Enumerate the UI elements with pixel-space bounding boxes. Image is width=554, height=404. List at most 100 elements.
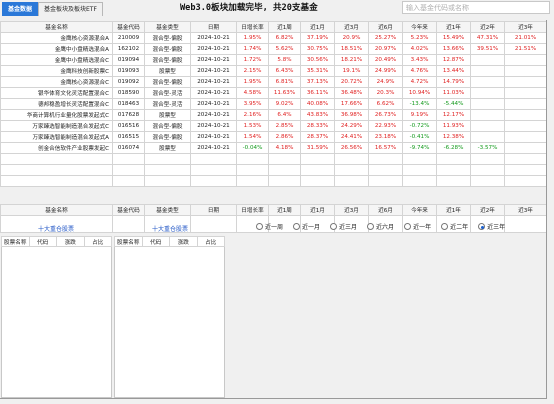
column-header[interactable]: 近3月 [334, 21, 369, 33]
fund-return: -3.57% [470, 142, 505, 154]
fund-type: 混合型-偏股 [144, 76, 191, 88]
empty-cell [112, 153, 145, 165]
column-header[interactable]: 日增长率 [236, 21, 269, 33]
fund-row[interactable]: 德邦稳盈增长灵活配置混合C 018463 混合型-灵活 2024-10-21 3.95%… [0, 98, 547, 110]
fund-row[interactable]: 金鹰核心资源混合A 210009 混合型-偏股 2024-10-21 1.95% 6.82… [0, 32, 547, 44]
radio-button-icon[interactable] [478, 223, 486, 230]
column-header[interactable]: 近3月 [334, 204, 369, 216]
fund-return: 15.49% [436, 32, 471, 44]
column-header[interactable]: 日期 [190, 21, 237, 33]
fund-return: 6.4% [268, 109, 301, 121]
fund-name: 华商计算机行业量化股票发起式C [0, 109, 113, 121]
fund-return [470, 120, 505, 132]
holdings-column-header[interactable]: 涨跌 [169, 236, 198, 247]
radio-button-icon[interactable] [441, 223, 449, 230]
period-label: 近三月 [339, 224, 358, 231]
fund-return: 26.56% [334, 142, 369, 154]
column-header[interactable]: 日期 [190, 204, 237, 216]
empty-cell [334, 164, 369, 176]
period-option[interactable]: 近六月 [367, 222, 394, 231]
period-option[interactable]: 近三月 [330, 222, 357, 231]
fund-return: 36.11% [300, 87, 335, 99]
holdings-column-header[interactable]: 代码 [28, 236, 57, 247]
period-option[interactable]: 近二年 [441, 222, 468, 231]
column-header[interactable]: 基金类型 [144, 204, 191, 216]
column-header[interactable]: 今年来 [402, 21, 437, 33]
fund-return: 1.95% [236, 32, 269, 44]
empty-row [0, 164, 547, 176]
holdings-panel-2 [114, 236, 225, 398]
column-header[interactable]: 近1周 [268, 204, 301, 216]
empty-cell [402, 175, 437, 187]
fund-return: 18.51% [334, 43, 369, 55]
fund-row[interactable]: 金鹰科技创新股票C 019093 股票型 2024-10-21 2.15% 6.43% 35… [0, 65, 547, 77]
tab-fund-sector-etf[interactable]: 基金板块及板块ETF [38, 2, 103, 16]
fund-row[interactable]: 华商计算机行业量化股票发起式C 017628 股票型 2024-10-21 2.16% 6… [0, 109, 547, 121]
empty-cell [504, 164, 547, 176]
column-header[interactable]: 近1月 [300, 21, 335, 33]
fund-row[interactable]: 创金合信软件产业股票发起C 016074 股票型 2024-10-21 -0.04% 4.… [0, 142, 547, 154]
fund-code: 018463 [112, 98, 145, 110]
empty-cell [334, 153, 369, 165]
fund-date: 2024-10-21 [190, 54, 237, 66]
column-header[interactable]: 近6月 [368, 204, 403, 216]
column-header[interactable]: 近1月 [300, 204, 335, 216]
holdings-column-header[interactable]: 股票名称 [114, 236, 143, 247]
holdings-column-header[interactable]: 股票名称 [1, 236, 30, 247]
period-option[interactable]: 近一月 [293, 222, 320, 231]
column-header[interactable]: 近2年 [470, 204, 505, 216]
period-label: 近一月 [302, 224, 321, 231]
fund-return: 13.44% [436, 65, 471, 77]
holdings-column-header[interactable]: 涨跌 [56, 236, 85, 247]
fund-return: 30.56% [300, 54, 335, 66]
column-header[interactable]: 日增长率 [236, 204, 269, 216]
column-header[interactable]: 今年来 [402, 204, 437, 216]
fund-return: 11.63% [268, 87, 301, 99]
column-header[interactable]: 基金名称 [0, 21, 113, 33]
fund-row[interactable]: 万家臻选智能制造混合发起式C 016516 混合型-偏股 2024-10-21 1.53… [0, 120, 547, 132]
period-option[interactable]: 近一周 [256, 222, 283, 231]
column-header[interactable]: 基金名称 [0, 204, 113, 216]
radio-button-icon[interactable] [404, 223, 412, 230]
empty-cell [470, 153, 505, 165]
tab-fund-data[interactable]: 基金数据 [2, 2, 39, 16]
radio-button-icon[interactable] [330, 223, 338, 230]
column-header[interactable]: 基金代码 [112, 204, 145, 216]
radio-button-icon[interactable] [293, 223, 301, 230]
fund-return: 36.48% [334, 87, 369, 99]
column-header[interactable]: 近1周 [268, 21, 301, 33]
column-header[interactable]: 近6月 [368, 21, 403, 33]
fund-date: 2024-10-21 [190, 120, 237, 132]
fund-return [470, 87, 505, 99]
period-option[interactable]: 近一年 [404, 222, 431, 231]
fund-row[interactable]: 金鹰中小盘精选混合A 162102 混合型-偏股 2024-10-21 1.74% 5.6… [0, 43, 547, 55]
column-header[interactable]: 近3年 [504, 21, 547, 33]
column-header[interactable]: 近1年 [436, 21, 471, 33]
fund-row[interactable]: 金鹰核心资源混合C 019092 混合型-偏股 2024-10-21 1.95% 6.81… [0, 76, 547, 88]
fund-return: 20.9% [334, 32, 369, 44]
fund-return [504, 98, 547, 110]
fund-row[interactable]: 金鹰中小盘精选混合C 019094 混合型-偏股 2024-10-21 1.72% 5.8… [0, 54, 547, 66]
fund-type: 混合型-灵活 [144, 87, 191, 99]
fund-row[interactable]: 万家臻选智能制造混合发起式A 016515 混合型-偏股 2024-10-21 1.54… [0, 131, 547, 143]
fund-return: 9.02% [268, 98, 301, 110]
column-header[interactable]: 近1年 [436, 204, 471, 216]
fund-return: 24.99% [368, 65, 403, 77]
fund-return: 22.93% [368, 120, 403, 132]
empty-cell [112, 164, 145, 176]
column-header[interactable]: 近2年 [470, 21, 505, 33]
fund-row[interactable]: 银华体育文化灵活配置混合C 018590 混合型-灵活 2024-10-21 4.58%… [0, 87, 547, 99]
column-header[interactable]: 近3年 [504, 204, 547, 216]
empty-cell [300, 175, 335, 187]
empty-cell [470, 164, 505, 176]
search-input[interactable] [402, 1, 550, 14]
radio-button-icon[interactable] [367, 223, 375, 230]
column-header[interactable]: 基金代码 [112, 21, 145, 33]
period-option[interactable]: 近三年 [478, 222, 505, 231]
holdings-column-header[interactable]: 占比 [83, 236, 112, 247]
radio-button-icon[interactable] [256, 223, 263, 230]
period-label: 近二年 [450, 224, 469, 231]
holdings-column-header[interactable]: 占比 [196, 236, 225, 247]
holdings-column-header[interactable]: 代码 [141, 236, 170, 247]
column-header[interactable]: 基金类型 [144, 21, 191, 33]
